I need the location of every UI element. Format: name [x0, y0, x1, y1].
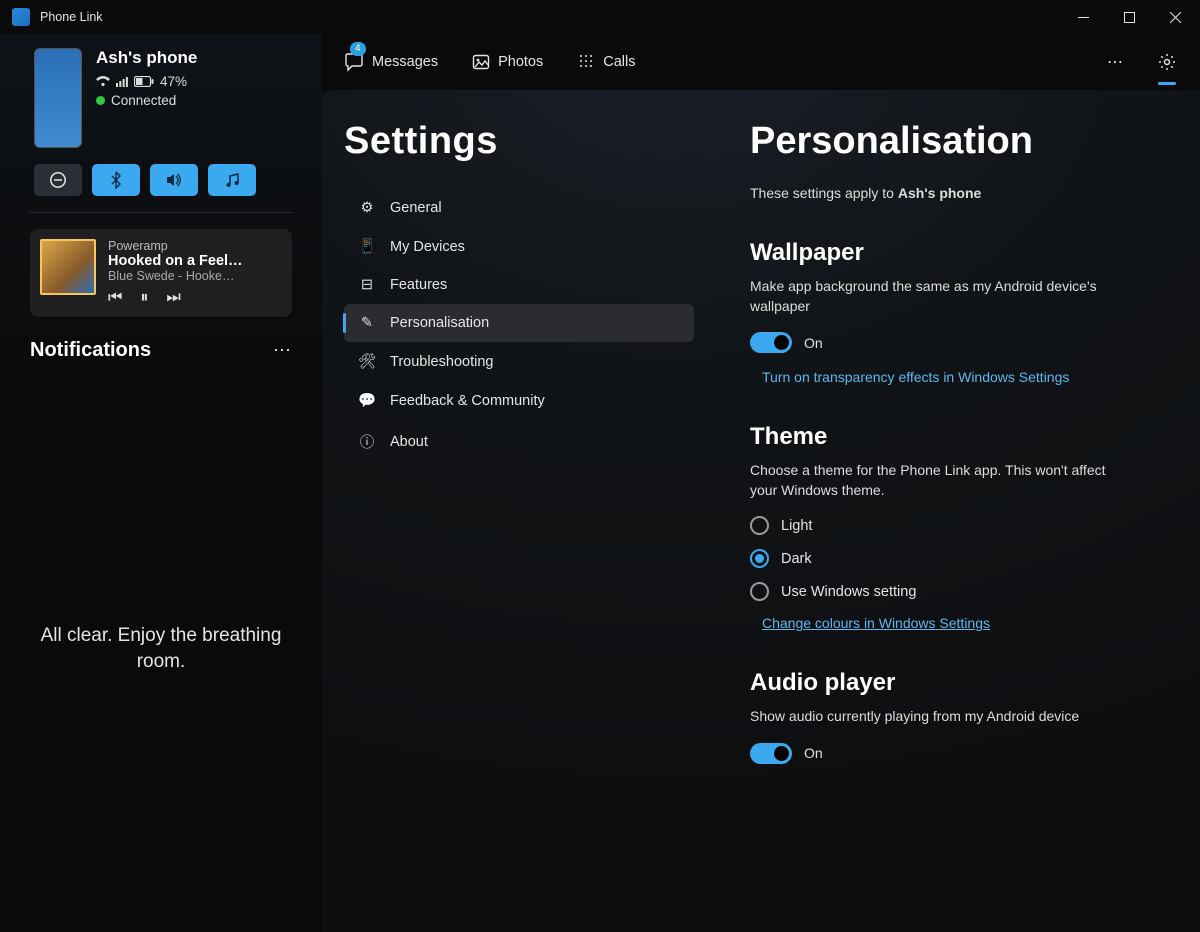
theme-radio-system[interactable]: Use Windows setting	[750, 582, 1160, 601]
settings-pane: Personalisation These settings apply to …	[722, 90, 1200, 932]
quick-actions-row	[0, 148, 322, 212]
wallpaper-desc: Make app background the same as my Andro…	[750, 277, 1130, 316]
notifications-more-button[interactable]: ⋯	[273, 340, 292, 361]
apply-note-device: Ash's phone	[898, 185, 981, 201]
nav-item-about[interactable]: ⓘ About	[344, 420, 694, 463]
media-title: Hooked on a Feel…	[108, 253, 282, 269]
settings-title: Settings	[344, 120, 722, 163]
maximize-button[interactable]	[1106, 1, 1152, 33]
notifications-empty-text: All clear. Enjoy the breathing room.	[0, 366, 322, 932]
nav-item-personalisation[interactable]: ✎ Personalisation	[344, 304, 694, 342]
media-artist: Blue Swede - Hooke…	[108, 269, 282, 283]
theme-desc: Choose a theme for the Phone Link app. T…	[750, 461, 1130, 500]
tab-messages-label: Messages	[372, 54, 438, 70]
features-icon: ⊟	[358, 277, 376, 293]
nav-item-label: General	[390, 200, 442, 216]
pane-title: Personalisation	[750, 120, 1160, 163]
audio-toggle[interactable]	[750, 743, 792, 764]
theme-radio-dark[interactable]: Dark	[750, 549, 1160, 568]
settings-nav: Settings ⚙General 📱My Devices ⊟Features …	[322, 90, 722, 932]
nav-item-feedback[interactable]: 💬 Feedback & Community	[344, 381, 694, 420]
brush-icon: ✎	[358, 315, 376, 331]
info-icon: ⓘ	[358, 431, 376, 452]
connected-label: Connected	[111, 93, 176, 108]
nav-item-label: Features	[390, 277, 447, 293]
music-button[interactable]	[208, 164, 256, 196]
minimize-button[interactable]	[1060, 1, 1106, 33]
nav-item-label: Feedback & Community	[390, 393, 545, 409]
volume-button[interactable]	[150, 164, 198, 196]
phone-name: Ash's phone	[96, 48, 197, 68]
tab-calls-label: Calls	[603, 54, 635, 70]
feedback-icon: 💬	[358, 392, 376, 409]
pause-button[interactable]: ⏸	[140, 289, 148, 307]
section-audio: Audio player Show audio currently playin…	[750, 663, 1160, 764]
media-card[interactable]: Poweramp Hooked on a Feel… Blue Swede - …	[30, 229, 292, 317]
top-bar: 4 Messages Photos Calls ⋯	[322, 34, 1200, 90]
phone-connected-row: Connected	[96, 93, 197, 108]
phone-icon: 📱	[358, 238, 376, 255]
nav-item-label: Personalisation	[390, 315, 489, 331]
gear-icon: ⚙	[358, 200, 376, 216]
app-icon	[12, 8, 30, 26]
wallpaper-toggle-state: On	[804, 335, 823, 351]
nav-item-troubleshooting[interactable]: 🛠 Troubleshooting	[344, 342, 694, 381]
bluetooth-button[interactable]	[92, 164, 140, 196]
section-wallpaper: Wallpaper Make app background the same a…	[750, 233, 1160, 387]
nav-item-label: About	[390, 434, 428, 450]
app-title: Phone Link	[40, 10, 1060, 24]
tab-photos-label: Photos	[498, 54, 543, 70]
nav-item-features[interactable]: ⊟ Features	[344, 266, 694, 304]
theme-link[interactable]: Change colours in Windows Settings	[762, 615, 990, 631]
sidebar-divider	[30, 212, 292, 213]
overflow-button[interactable]: ⋯	[1098, 45, 1132, 79]
radio-label: Dark	[781, 551, 812, 567]
connected-dot-icon	[96, 96, 105, 105]
battery-text: 47%	[160, 74, 187, 89]
phone-block: Ash's phone 47% Connected	[0, 48, 322, 148]
tab-photos[interactable]: Photos	[464, 47, 551, 77]
media-source: Poweramp	[108, 239, 282, 253]
sidebar: Ash's phone 47% Connected	[0, 34, 322, 932]
battery-icon	[134, 76, 154, 87]
audio-desc: Show audio currently playing from my And…	[750, 707, 1130, 727]
theme-heading: Theme	[750, 417, 1160, 451]
signal-icon	[116, 76, 128, 87]
tab-messages[interactable]: 4 Messages	[336, 46, 446, 78]
phone-status-line: 47%	[96, 74, 197, 89]
settings-button[interactable]	[1150, 45, 1184, 79]
album-art	[40, 239, 96, 295]
dnd-button[interactable]	[34, 164, 82, 196]
nav-item-label: Troubleshooting	[390, 354, 493, 370]
calls-icon	[577, 53, 595, 71]
wallpaper-toggle[interactable]	[750, 332, 792, 353]
troubleshoot-icon: 🛠	[358, 353, 376, 370]
nav-item-label: My Devices	[390, 239, 465, 255]
phone-thumbnail[interactable]	[34, 48, 82, 148]
prev-track-button[interactable]: ⏮	[108, 289, 122, 307]
wallpaper-heading: Wallpaper	[750, 233, 1160, 267]
apply-note-prefix: These settings apply to	[750, 185, 898, 201]
close-button[interactable]	[1152, 1, 1198, 33]
radio-label: Use Windows setting	[781, 584, 916, 600]
nav-item-general[interactable]: ⚙ General	[344, 189, 694, 227]
next-track-button[interactable]: ⏭	[166, 289, 180, 307]
radio-label: Light	[781, 518, 812, 534]
messages-badge: 4	[350, 42, 366, 56]
nav-item-devices[interactable]: 📱 My Devices	[344, 227, 694, 266]
tab-calls[interactable]: Calls	[569, 47, 643, 77]
title-bar: Phone Link	[0, 0, 1200, 34]
audio-heading: Audio player	[750, 663, 1160, 697]
audio-toggle-state: On	[804, 745, 823, 761]
window-controls	[1060, 1, 1198, 33]
apply-note: These settings apply to Ash's phone	[750, 185, 1160, 201]
theme-radio-light[interactable]: Light	[750, 516, 1160, 535]
wallpaper-link[interactable]: Turn on transparency effects in Windows …	[762, 369, 1069, 385]
section-theme: Theme Choose a theme for the Phone Link …	[750, 417, 1160, 633]
wifi-icon	[96, 76, 110, 87]
photos-icon	[472, 53, 490, 71]
notifications-heading: Notifications	[30, 339, 151, 362]
